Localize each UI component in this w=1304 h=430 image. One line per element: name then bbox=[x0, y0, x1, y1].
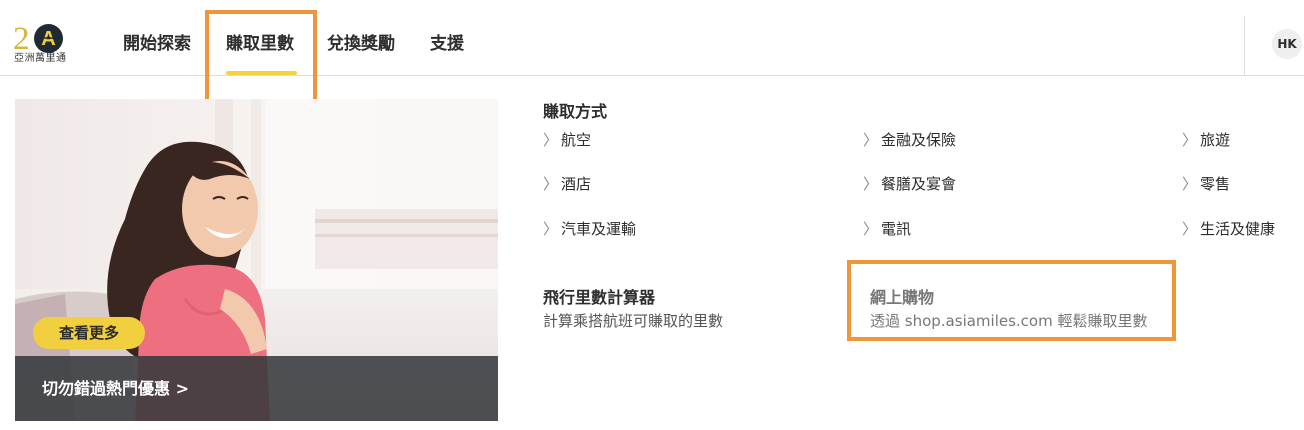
category-lifestyle-health[interactable]: 〉生活及健康 bbox=[1182, 218, 1275, 240]
category-label: 電訊 bbox=[881, 220, 912, 238]
promo-footer-bar: 切勿錯過熱門優惠 > bbox=[15, 356, 498, 421]
see-more-button[interactable]: 查看更多 bbox=[33, 317, 145, 349]
earn-methods-title: 賺取方式 bbox=[543, 102, 608, 121]
miles-calculator-description[interactable]: 計算乘搭航班可賺取的里數 bbox=[543, 310, 723, 332]
category-label: 零售 bbox=[1200, 175, 1231, 193]
category-label: 旅遊 bbox=[1200, 131, 1231, 149]
category-car-transport[interactable]: 〉汽車及運輸 bbox=[543, 218, 636, 240]
active-nav-underline bbox=[226, 71, 297, 75]
category-travel[interactable]: 〉旅遊 bbox=[1182, 129, 1230, 151]
chevron-right-icon: 〉 bbox=[543, 220, 559, 238]
header-divider bbox=[1244, 16, 1245, 76]
nav-item-explore[interactable]: 開始探索 bbox=[123, 31, 191, 57]
category-label: 生活及健康 bbox=[1200, 220, 1276, 238]
category-label: 餐膳及宴會 bbox=[881, 175, 957, 193]
hot-deals-link[interactable]: 切勿錯過熱門優惠 > bbox=[42, 378, 189, 400]
category-hotel[interactable]: 〉酒店 bbox=[543, 173, 591, 195]
top-navigation-bar: 2 A 亞洲萬里通 開始探索 賺取里數 兌換獎勵 支援 HK bbox=[0, 0, 1304, 76]
online-shopping-description[interactable]: 透過 shop.asiamiles.com 輕鬆賺取里數 bbox=[870, 310, 1148, 332]
promo-card[interactable]: 查看更多 切勿錯過熱門優惠 > bbox=[15, 99, 498, 421]
logo-letter: A bbox=[41, 28, 55, 50]
online-shopping-title[interactable]: 網上購物 bbox=[870, 287, 934, 309]
category-finance-insurance[interactable]: 〉金融及保險 bbox=[863, 129, 956, 151]
chevron-right-icon: 〉 bbox=[863, 131, 879, 149]
category-label: 航空 bbox=[561, 131, 592, 149]
category-label: 酒店 bbox=[561, 175, 592, 193]
chevron-right-icon: 〉 bbox=[1182, 131, 1198, 149]
nav-item-earn-miles[interactable]: 賺取里數 bbox=[226, 31, 294, 57]
asia-miles-logo[interactable]: 2 A 亞洲萬里通 bbox=[13, 21, 67, 66]
chevron-right-icon: 〉 bbox=[863, 175, 879, 193]
category-telecom[interactable]: 〉電訊 bbox=[863, 218, 911, 240]
nav-item-redeem[interactable]: 兌換獎勵 bbox=[327, 31, 395, 57]
chevron-right-icon: 〉 bbox=[863, 220, 879, 238]
category-airline[interactable]: 〉航空 bbox=[543, 129, 591, 151]
chevron-right-icon: 〉 bbox=[543, 131, 559, 149]
chevron-right-icon: 〉 bbox=[1182, 175, 1198, 193]
chevron-right-icon: 〉 bbox=[1182, 220, 1198, 238]
category-dining-banquet[interactable]: 〉餐膳及宴會 bbox=[863, 173, 956, 195]
language-region-button[interactable]: HK bbox=[1272, 29, 1302, 59]
nav-item-support[interactable]: 支援 bbox=[430, 31, 464, 57]
chevron-right-icon: 〉 bbox=[543, 175, 559, 193]
logo-subtitle: 亞洲萬里通 bbox=[14, 53, 67, 64]
logo-number: 2 bbox=[13, 21, 30, 57]
logo-circle: A bbox=[34, 24, 63, 53]
category-label: 汽車及運輸 bbox=[561, 220, 637, 238]
category-retail[interactable]: 〉零售 bbox=[1182, 173, 1230, 195]
category-label: 金融及保險 bbox=[881, 131, 957, 149]
miles-calculator-title[interactable]: 飛行里數計算器 bbox=[543, 287, 655, 309]
